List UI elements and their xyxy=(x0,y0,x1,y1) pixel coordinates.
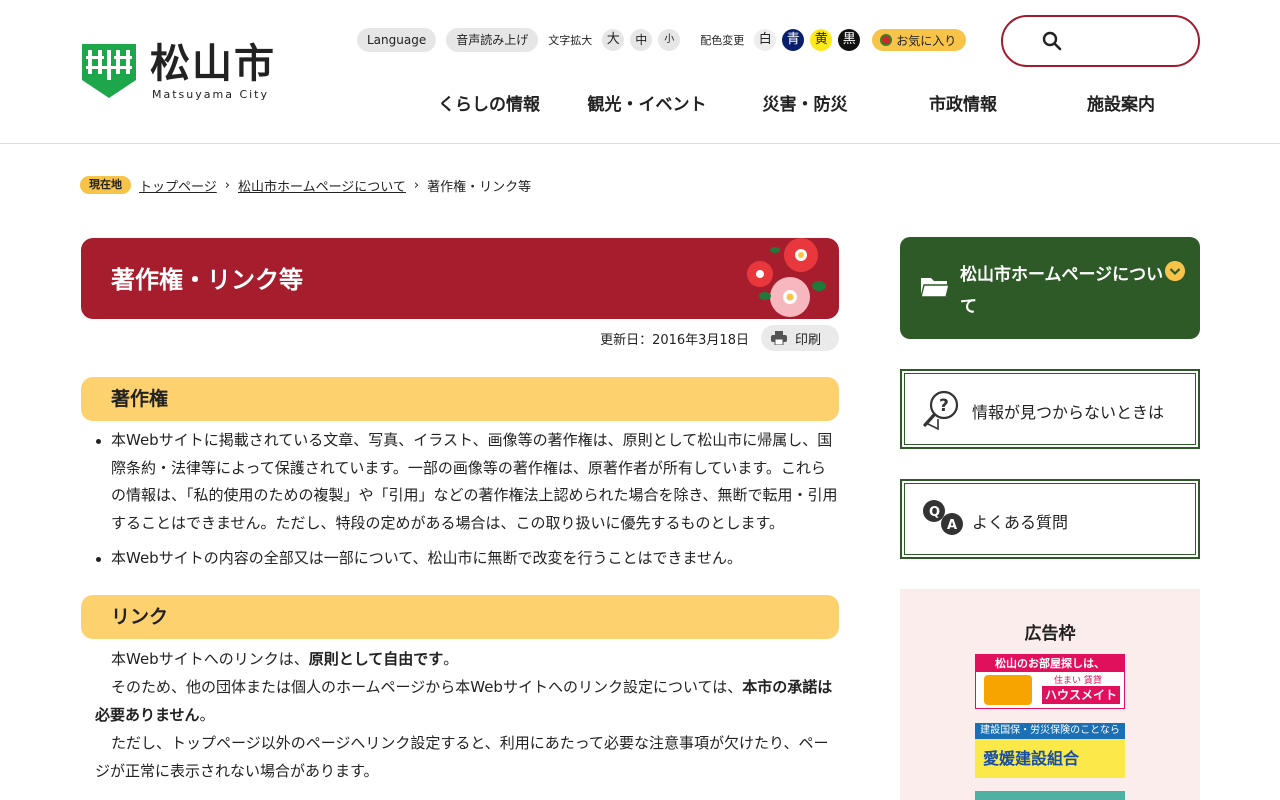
print-label: 印刷 xyxy=(794,332,821,348)
links-paragraph-3: ただし、トップページ以外のページへリンク設定すると、利用にあたって必要な注意事項… xyxy=(95,733,829,780)
gnav-tourism[interactable]: 観光・イベント xyxy=(568,90,726,116)
favorites-button[interactable]: お気に入り xyxy=(872,29,967,51)
breadcrumb-link-about[interactable]: 松山市ホームページについて xyxy=(238,176,406,195)
ad-banner-housemate[interactable]: 松山のお部屋探しは、 住まい 賃貸 ハウスメイト xyxy=(975,654,1125,709)
utility-bar: Language 音声読み上げ 文字拡大 大 中 小 配色変更 白 青 黄 黒 … xyxy=(357,28,967,52)
ad-banner-brand: ハウスメイト xyxy=(1042,686,1120,704)
chevron-down-icon[interactable] xyxy=(1165,261,1185,281)
svg-text:A: A xyxy=(947,518,957,533)
voice-readout-button[interactable]: 音声読み上げ xyxy=(446,28,539,52)
color-yellow-button[interactable]: 黄 xyxy=(810,29,833,51)
sidebar-category[interactable]: 松山市ホームページについて xyxy=(900,237,1200,339)
print-button[interactable]: 印刷 xyxy=(760,325,839,351)
not-found-label: 情報が見つからないときは xyxy=(972,403,1165,422)
ad-area: 広告枠 松山のお部屋探しは、 住まい 賃貸 ハウスメイト 建設国保・労災保険のこ… xyxy=(900,589,1200,800)
copyright-list: 本Webサイトに掲載されている文章、写真、イラスト、画像等の著作権は、原則として… xyxy=(81,427,839,573)
qa-icon: Q A xyxy=(923,500,963,535)
ad-banner-small: 住まい 賃貸 xyxy=(1054,676,1102,686)
camellia-icon xyxy=(880,34,893,46)
links-paragraph-1: 本Webサイトへのリンクは、原則として自由です。 xyxy=(111,649,459,668)
site-header: 松山市 Matsuyama City Language 音声読み上げ 文字拡大 … xyxy=(0,0,1280,144)
breadcrumb-badge: 現在地 xyxy=(80,176,131,194)
breadcrumb-current: 著作権・リンク等 xyxy=(427,179,532,195)
breadcrumb-link-top[interactable]: トップページ xyxy=(139,176,217,195)
svg-text:Q: Q xyxy=(929,505,940,520)
search-icon[interactable] xyxy=(1041,30,1063,52)
sidebar-category-label: 松山市ホームページについて xyxy=(960,265,1164,317)
faq-label: よくある質問 xyxy=(972,513,1069,532)
folder-icon xyxy=(920,278,950,298)
ad-title: 広告枠 xyxy=(1024,624,1076,644)
page-title: 著作権・リンク等 xyxy=(111,266,303,294)
chevron-right-icon: › xyxy=(413,177,420,193)
color-white-button[interactable]: 白 xyxy=(754,29,777,51)
list-item: 本Webサイトに掲載されている文章、写真、イラスト、画像等の著作権は、原則として… xyxy=(81,427,839,537)
section-heading-links: リンク xyxy=(81,594,839,639)
question-search-icon: ? xyxy=(923,390,959,431)
global-nav: くらしの情報 観光・イベント 災害・防災 市政情報 施設案内 xyxy=(410,90,1200,116)
ad-mascot-icon xyxy=(984,675,1032,705)
ad-banner-kensetsu[interactable]: 建設国保・労災保険のことなら 愛媛建設組合 xyxy=(975,723,1125,778)
section-heading-copyright: 著作権 xyxy=(81,377,839,421)
ad-banner-third[interactable] xyxy=(975,791,1125,800)
ad-banner-main: 愛媛建設組合 xyxy=(983,749,1080,768)
site-subname: Matsuyama City xyxy=(152,88,270,101)
text-size-medium-button[interactable]: 中 xyxy=(630,29,653,51)
chevron-right-icon: › xyxy=(224,177,230,193)
color-change-label: 配色変更 xyxy=(700,34,745,47)
color-black-button[interactable]: 黒 xyxy=(838,29,861,51)
camellia-flowers-icon xyxy=(747,238,826,317)
search-input[interactable] xyxy=(1001,15,1200,67)
page-meta: 更新日：2016年3月18日 印刷 xyxy=(81,325,839,351)
printer-icon xyxy=(770,331,787,345)
breadcrumb: 現在地 トップページ › 松山市ホームページについて › 著作権・リンク等 xyxy=(80,174,531,196)
gnav-disaster[interactable]: 災害・防災 xyxy=(726,90,884,116)
color-blue-button[interactable]: 青 xyxy=(782,29,805,51)
svg-text:?: ? xyxy=(939,396,949,416)
ad-banner-text: 建設国保・労災保険のことなら xyxy=(975,723,1125,739)
text-size-label: 文字拡大 xyxy=(548,34,593,47)
text-size-large-button[interactable]: 大 xyxy=(602,29,625,51)
text-size-small-button[interactable]: 小 xyxy=(658,29,681,51)
gnav-city-admin[interactable]: 市政情報 xyxy=(884,90,1042,116)
gnav-living[interactable]: くらしの情報 xyxy=(410,90,568,116)
ad-banner-text: 松山のお部屋探しは、 xyxy=(976,655,1124,672)
not-found-link[interactable]: ? 情報が見つからないときは xyxy=(900,369,1200,449)
city-emblem-icon xyxy=(82,44,136,98)
page-title-box: 著作権・リンク等 xyxy=(81,238,839,319)
main-content: 著作権・リンク等 更新日：2016年3月18日 印刷 著作権 本Webサイトに掲… xyxy=(81,238,839,785)
site-logo[interactable]: 松山市 Matsuyama City xyxy=(80,40,280,102)
updated-date: 更新日：2016年3月18日 xyxy=(600,332,749,348)
favorites-label: お気に入り xyxy=(896,33,957,48)
list-item: 本Webサイトの内容の全部又は一部について、松山市に無断で改変を行うことはできま… xyxy=(81,545,839,573)
links-paragraph-2: そのため、他の団体または個人のホームページから本Webサイトへのリンク設定につい… xyxy=(95,677,833,724)
gnav-facilities[interactable]: 施設案内 xyxy=(1042,90,1200,116)
faq-link[interactable]: Q A よくある質問 xyxy=(900,479,1200,559)
site-name: 松山市 xyxy=(150,41,276,87)
language-button[interactable]: Language xyxy=(357,28,437,52)
